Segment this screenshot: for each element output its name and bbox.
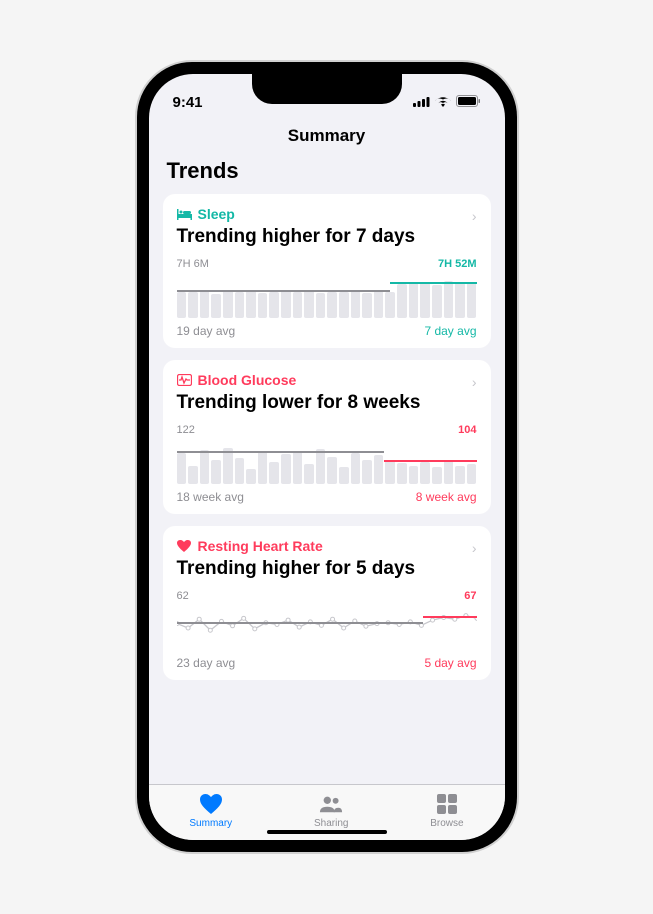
- old-avg-label: 18 week avg: [177, 490, 244, 504]
- phone-screen: 9:41 Summary Trends › Sleep Trending hig…: [149, 74, 505, 840]
- grid-icon: [435, 792, 459, 816]
- old-value-label: 62: [177, 590, 189, 602]
- new-avg-label: 5 day avg: [424, 656, 476, 670]
- new-avg-label: 8 week avg: [416, 490, 477, 504]
- battery-icon: [456, 94, 481, 111]
- new-value-label: 104: [458, 424, 476, 436]
- old-avg-label: 19 day avg: [177, 324, 236, 338]
- heart-fill-icon: [199, 792, 223, 816]
- status-icons: [413, 94, 481, 111]
- tab-label: Browse: [430, 818, 463, 829]
- bed-icon: [177, 207, 192, 222]
- home-indicator[interactable]: [267, 830, 387, 834]
- trend-card-heart-rate[interactable]: › Resting Heart Rate Trending higher for…: [163, 526, 491, 680]
- notch: [252, 74, 402, 104]
- tab-label: Summary: [189, 818, 232, 829]
- heart-icon: [177, 539, 192, 554]
- phone-frame: 9:41 Summary Trends › Sleep Trending hig…: [137, 62, 517, 852]
- card-title: Blood Glucose: [198, 372, 297, 388]
- old-avg-label: 23 day avg: [177, 656, 236, 670]
- trend-card-sleep[interactable]: › Sleep Trending higher for 7 days 7H 6M…: [163, 194, 491, 348]
- trend-headline: Trending lower for 8 weeks: [177, 392, 477, 414]
- trend-card-glucose[interactable]: › Blood Glucose Trending lower for 8 wee…: [163, 360, 491, 514]
- chevron-right-icon: ›: [472, 540, 477, 556]
- section-header-trends: Trends: [163, 152, 491, 194]
- new-value-label: 67: [464, 590, 476, 602]
- card-title: Sleep: [198, 206, 235, 222]
- heart-rate-chart: 62 67: [177, 590, 477, 650]
- new-value-label: 7H 52M: [438, 258, 477, 270]
- tab-sharing[interactable]: Sharing: [314, 792, 348, 829]
- trend-headline: Trending higher for 7 days: [177, 226, 477, 248]
- content-scroll[interactable]: Trends › Sleep Trending higher for 7 day…: [149, 152, 505, 784]
- glucose-icon: [177, 373, 192, 388]
- tab-browse[interactable]: Browse: [430, 792, 463, 829]
- page-title: Summary: [149, 118, 505, 152]
- old-value-label: 7H 6M: [177, 258, 209, 270]
- trend-headline: Trending higher for 5 days: [177, 558, 477, 580]
- tab-summary[interactable]: Summary: [189, 792, 232, 829]
- sleep-chart: 7H 6M 7H 52M: [177, 258, 477, 318]
- card-title: Resting Heart Rate: [198, 538, 323, 554]
- cellular-icon: [413, 94, 430, 111]
- status-time: 9:41: [173, 94, 203, 111]
- chevron-right-icon: ›: [472, 374, 477, 390]
- old-value-label: 122: [177, 424, 195, 436]
- tab-label: Sharing: [314, 818, 348, 829]
- wifi-icon: [435, 94, 451, 111]
- chevron-right-icon: ›: [472, 208, 477, 224]
- new-avg-label: 7 day avg: [424, 324, 476, 338]
- people-icon: [319, 792, 343, 816]
- glucose-chart: 122 104: [177, 424, 477, 484]
